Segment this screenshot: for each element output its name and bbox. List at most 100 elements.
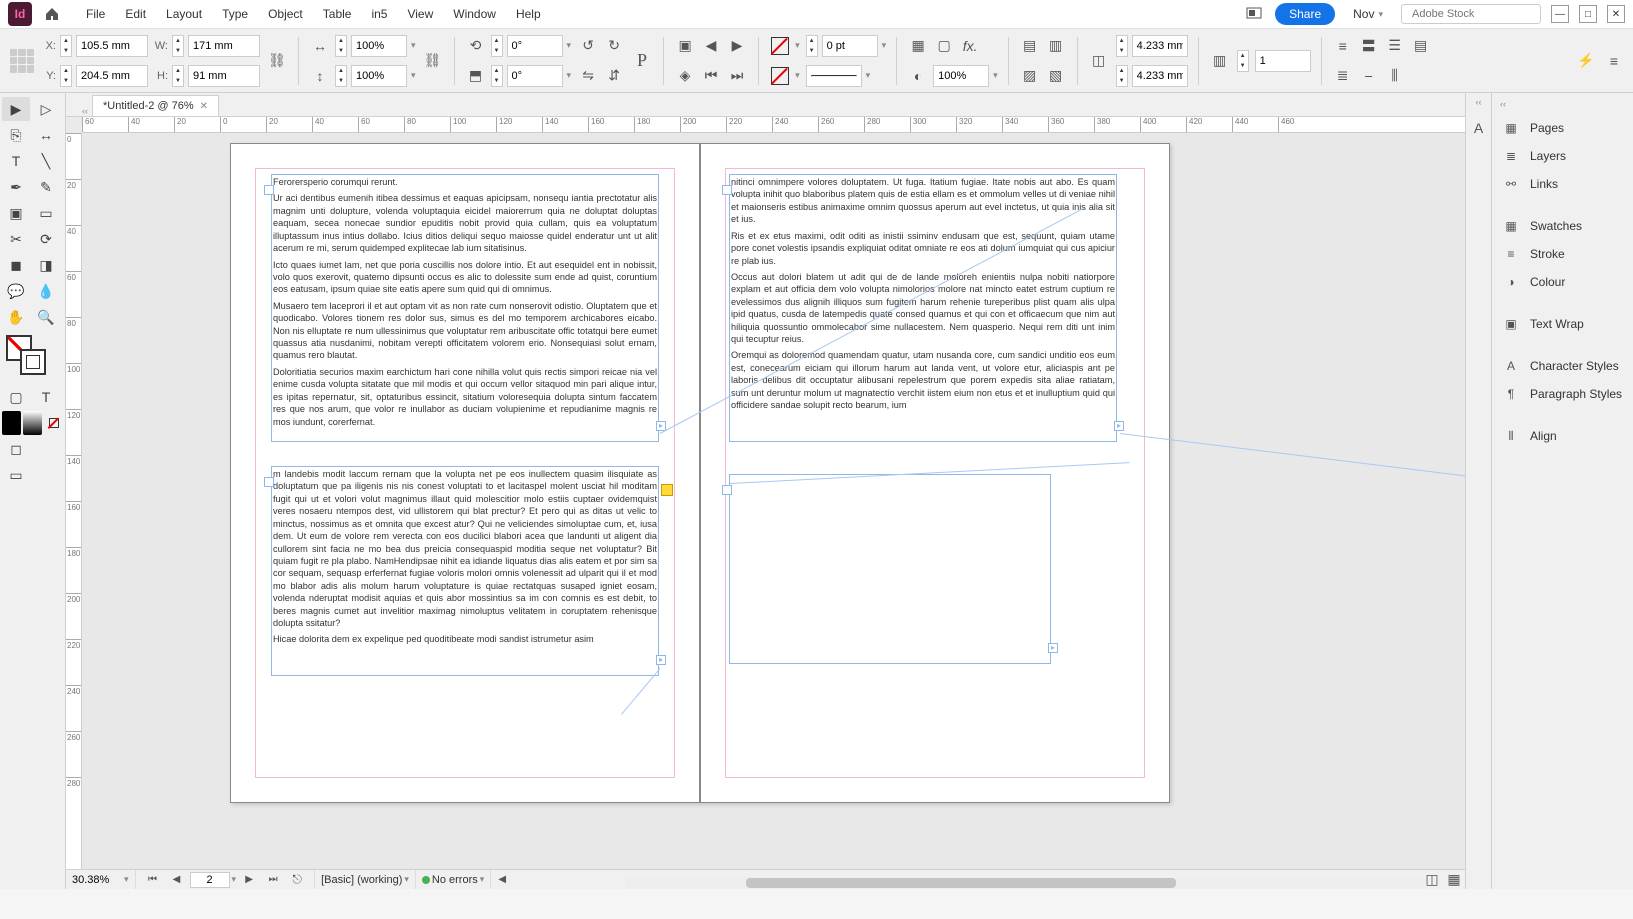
inport-icon[interactable] bbox=[722, 485, 732, 495]
stroke-weight-input[interactable] bbox=[822, 35, 878, 57]
quick-apply-icon[interactable]: ⚡ bbox=[1575, 50, 1597, 72]
flip-h-icon[interactable]: ⇋ bbox=[577, 65, 599, 87]
tool-gradient-swatch[interactable]: ◼ bbox=[2, 253, 30, 277]
rotate-ccw-icon[interactable]: ↺ bbox=[577, 35, 599, 57]
scrollbar-thumb[interactable] bbox=[746, 878, 1176, 888]
tool-free-transform[interactable]: ⟳ bbox=[32, 227, 60, 251]
close-tab-icon[interactable]: ✕ bbox=[200, 101, 208, 112]
tool-type[interactable]: T bbox=[2, 149, 30, 173]
control-menu-icon[interactable]: ≡ bbox=[1603, 50, 1625, 72]
stroke-swatch[interactable] bbox=[769, 65, 791, 87]
tool-direct-selection[interactable]: ▷ bbox=[32, 97, 60, 121]
preset-dropdown-icon[interactable]: ▾ bbox=[404, 874, 409, 885]
wrap-jump-icon[interactable]: ▧ bbox=[1045, 65, 1067, 87]
select-first-icon[interactable]: ⏮ bbox=[700, 65, 722, 87]
tabs-collapse-icon[interactable]: ‹‹ bbox=[78, 106, 92, 116]
shear-stepper[interactable]: ▲▼ bbox=[491, 65, 503, 87]
panel-item-stroke[interactable]: ≡Stroke bbox=[1492, 241, 1633, 267]
fit-frame-icon[interactable]: ▢ bbox=[933, 35, 955, 57]
home-icon[interactable] bbox=[40, 2, 64, 26]
search-input[interactable] bbox=[1412, 8, 1554, 20]
panel-item-links[interactable]: ⚯Links bbox=[1492, 171, 1633, 197]
prev-page-icon[interactable]: ◀ bbox=[166, 869, 188, 890]
scale-x-dropdown[interactable]: ▾ bbox=[411, 40, 416, 51]
select-container-icon[interactable]: ▣ bbox=[674, 35, 696, 57]
shear-dropdown[interactable]: ▾ bbox=[567, 70, 572, 81]
panel-dock-collapsed[interactable]: ‹‹ A bbox=[1465, 93, 1491, 889]
last-page-icon[interactable]: ⏭ bbox=[262, 869, 284, 890]
h-input[interactable] bbox=[188, 65, 260, 87]
columns-input[interactable] bbox=[1255, 50, 1311, 72]
outport-icon[interactable]: ▸ bbox=[1048, 643, 1058, 653]
text-frame-1[interactable]: Ferorersperio corumqui rerunt.Ur aci den… bbox=[271, 174, 659, 442]
w-stepper[interactable]: ▲▼ bbox=[172, 35, 184, 57]
menu-help[interactable]: Help bbox=[506, 3, 551, 25]
scale-y-stepper[interactable]: ▲▼ bbox=[335, 65, 347, 87]
x-input[interactable] bbox=[76, 35, 148, 57]
panels-collapse-icon[interactable]: ‹‹ bbox=[1492, 99, 1633, 113]
preflight-status[interactable]: No errors ▾ bbox=[416, 870, 491, 889]
text-frame-3[interactable]: nitinci omnimpere volores doluptatem. Ut… bbox=[729, 174, 1117, 442]
stroke-style-dropdown[interactable]: ▾ bbox=[866, 70, 871, 81]
stroke-style-select[interactable] bbox=[806, 65, 862, 87]
inport-icon[interactable] bbox=[722, 185, 732, 195]
gutter-x-stepper[interactable]: ▲▼ bbox=[1116, 35, 1128, 57]
vertical-icon[interactable]: ⫼ bbox=[1384, 65, 1406, 87]
balance-icon[interactable]: ≣ bbox=[1332, 65, 1354, 87]
tool-rectangle[interactable]: ▭ bbox=[32, 201, 60, 225]
select-content-icon[interactable]: ◈ bbox=[674, 65, 696, 87]
preflight-preset[interactable]: [Basic] (working) ▾ bbox=[315, 870, 416, 889]
y-input[interactable] bbox=[76, 65, 148, 87]
y-stepper[interactable]: ▲▼ bbox=[60, 65, 72, 87]
tool-pencil[interactable]: ✎ bbox=[32, 175, 60, 199]
maximize-button[interactable]: □ bbox=[1579, 5, 1597, 23]
stroke-weight-stepper[interactable]: ▲▼ bbox=[806, 35, 818, 57]
zoom-dropdown-icon[interactable]: ▾ bbox=[124, 874, 129, 885]
canvas[interactable]: Ferorersperio corumqui rerunt.Ur aci den… bbox=[82, 133, 1465, 869]
zoom-input[interactable] bbox=[72, 874, 122, 886]
document-tab[interactable]: *Untitled-2 @ 76% ✕ bbox=[92, 95, 219, 116]
baseline-icon[interactable]: ⎯ bbox=[1358, 65, 1380, 87]
workspace-selector[interactable]: Nov ▾ bbox=[1345, 3, 1391, 25]
panel-item-colour[interactable]: ◑Colour bbox=[1492, 269, 1633, 295]
gutter-x-input[interactable] bbox=[1132, 35, 1188, 57]
dock-collapse-icon[interactable]: ‹‹ bbox=[1466, 93, 1491, 111]
menu-table[interactable]: Table bbox=[313, 3, 362, 25]
apply-gradient[interactable] bbox=[23, 411, 42, 435]
gutter-y-input[interactable] bbox=[1132, 65, 1188, 87]
stroke-dropdown[interactable]: ▾ bbox=[795, 70, 800, 81]
shear-input[interactable] bbox=[507, 65, 563, 87]
share-button[interactable]: Share bbox=[1275, 3, 1335, 25]
tool-pen[interactable]: ✒ bbox=[2, 175, 30, 199]
next-page-icon[interactable]: ▶ bbox=[238, 869, 260, 890]
text-frame-4[interactable]: ▸ bbox=[729, 474, 1051, 664]
fill-stroke-swatches[interactable] bbox=[6, 335, 46, 375]
apply-color[interactable] bbox=[2, 411, 21, 435]
tool-gradient-feather[interactable]: ◨ bbox=[32, 253, 60, 277]
errors-dropdown-icon[interactable]: ▾ bbox=[480, 874, 485, 885]
menu-file[interactable]: File bbox=[76, 3, 115, 25]
transform-proxy-icon[interactable]: P bbox=[631, 50, 653, 72]
status-arrow-left[interactable]: ◀ bbox=[491, 869, 513, 890]
select-next-icon[interactable]: ▶ bbox=[726, 35, 748, 57]
rotate-cw-icon[interactable]: ↻ bbox=[603, 35, 625, 57]
rotate-input[interactable] bbox=[507, 35, 563, 57]
scale-y-dropdown[interactable]: ▾ bbox=[411, 70, 416, 81]
tool-page[interactable]: ⎘ bbox=[2, 123, 30, 147]
horizontal-scrollbar[interactable] bbox=[626, 877, 1425, 889]
autofit-icon[interactable]: ▦ bbox=[907, 35, 929, 57]
tool-selection[interactable]: ▶ bbox=[2, 97, 30, 121]
apply-none[interactable] bbox=[44, 411, 63, 435]
align-top-icon[interactable]: ≡ bbox=[1332, 35, 1354, 57]
page-dropdown-icon[interactable]: ▾ bbox=[232, 874, 237, 885]
adobe-stock-search[interactable] bbox=[1401, 4, 1541, 24]
wrap-none-icon[interactable]: ▤ bbox=[1019, 35, 1041, 57]
menu-layout[interactable]: Layout bbox=[156, 3, 212, 25]
corner-options-icon[interactable]: ◫ bbox=[1088, 50, 1110, 72]
fill-dropdown[interactable]: ▾ bbox=[795, 40, 800, 51]
menu-in5[interactable]: in5 bbox=[361, 3, 397, 25]
stroke-weight-dropdown[interactable]: ▾ bbox=[882, 40, 887, 51]
tool-eyedropper[interactable]: 💧 bbox=[32, 279, 60, 303]
constrain-scale-icon[interactable]: ⛓ bbox=[422, 50, 444, 72]
align-justify-icon[interactable]: ▤ bbox=[1410, 35, 1432, 57]
